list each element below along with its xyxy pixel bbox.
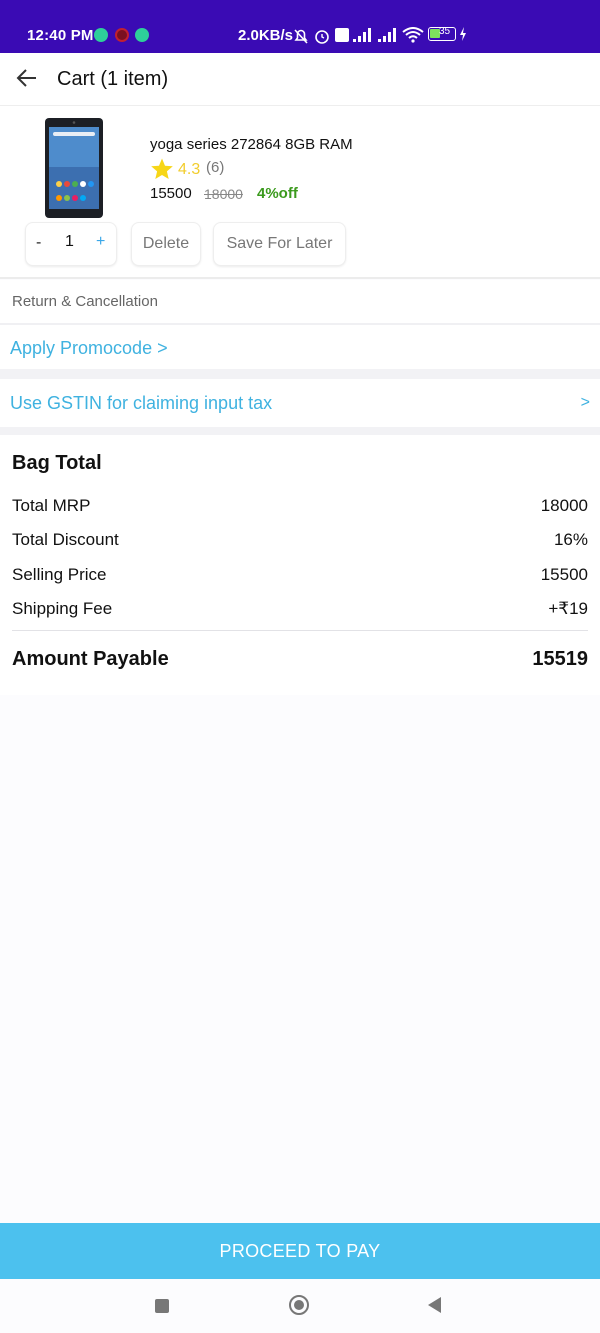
return-cancellation-label: Return & Cancellation — [12, 293, 158, 310]
discount-label: 4%off — [257, 185, 298, 202]
recents-icon[interactable] — [155, 1299, 169, 1313]
battery-icon: 35 — [428, 26, 456, 41]
apply-promocode-label: Apply Promocode > — [10, 338, 168, 358]
app-notification-icon — [135, 28, 149, 42]
total-mrp-value: 18000 — [540, 496, 588, 515]
app-bar: Cart (1 item) — [0, 53, 600, 106]
delete-button[interactable]: Delete — [131, 222, 201, 266]
status-time: 12:40 PM — [27, 27, 94, 44]
battery-level: 35 — [439, 26, 451, 37]
system-nav-bar — [0, 1279, 600, 1333]
total-discount-row: Total Discount 16% — [12, 530, 588, 554]
app-notification-icon — [115, 28, 129, 42]
volte-icon — [335, 28, 349, 42]
arrow-left-icon[interactable] — [14, 65, 40, 91]
total-discount-value: 16% — [553, 530, 588, 549]
mute-bell-icon — [294, 29, 308, 44]
home-icon[interactable] — [289, 1295, 309, 1315]
selling-price-value: 15500 — [540, 565, 588, 584]
selling-price: 15500 — [150, 185, 192, 202]
amount-payable-value: 15519 — [532, 648, 588, 670]
star-icon — [151, 158, 173, 179]
network-speed: 2.0KB/s — [238, 27, 294, 44]
selling-price-row: Selling Price 15500 — [12, 565, 588, 589]
signal-icon — [353, 28, 371, 42]
charging-icon — [460, 27, 466, 41]
back-icon[interactable] — [428, 1297, 441, 1313]
total-mrp-label: Total MRP — [12, 496, 91, 515]
signal-icon — [378, 28, 396, 42]
apply-promocode-link[interactable]: Apply Promocode > — [0, 325, 600, 369]
product-image[interactable] — [45, 118, 103, 218]
product-name[interactable]: yoga series 272864 8GB RAM — [150, 136, 353, 153]
page-title: Cart (1 item) — [57, 68, 169, 90]
amount-payable-label: Amount Payable — [12, 648, 169, 670]
save-for-later-button[interactable]: Save For Later — [213, 222, 346, 266]
alarm-icon — [315, 30, 329, 44]
increase-quantity-button[interactable]: + — [96, 233, 105, 251]
decrease-quantity-button[interactable]: - — [36, 234, 41, 252]
return-cancellation-link[interactable]: Return & Cancellation — [0, 280, 600, 325]
shipping-fee-label: Shipping Fee — [12, 599, 113, 618]
selling-price-label: Selling Price — [12, 565, 107, 584]
app-notification-icon — [94, 28, 108, 42]
wifi-icon — [402, 27, 424, 43]
total-discount-label: Total Discount — [12, 530, 119, 549]
rating-count: (6) — [206, 159, 225, 176]
gstin-label: Use GSTIN for claiming input tax — [10, 393, 273, 413]
status-bar: 12:40 PM 2.0KB/s 35 — [0, 0, 600, 53]
rating-value: 4.3 — [178, 161, 201, 178]
chevron-right-icon: > — [580, 394, 590, 411]
shipping-fee-row: Shipping Fee +₹19 — [12, 599, 588, 623]
gstin-link[interactable]: Use GSTIN for claiming input tax > — [0, 379, 600, 427]
total-mrp-row: Total MRP 18000 — [12, 496, 588, 520]
proceed-to-pay-button[interactable]: PROCEED TO PAY — [0, 1223, 600, 1279]
quantity-value: 1 — [65, 233, 74, 250]
section-divider — [0, 369, 600, 379]
shipping-fee-value: +₹19 — [548, 599, 588, 618]
total-divider — [12, 630, 588, 631]
quantity-stepper: - 1 + — [25, 222, 117, 266]
original-price: 18000 — [204, 186, 243, 202]
bag-total-title: Bag Total — [12, 452, 102, 474]
section-divider — [0, 427, 600, 435]
bag-total-section: Bag Total Total MRP 18000 Total Discount… — [0, 435, 600, 695]
cart-item: yoga series 272864 8GB RAM 4.3 (6) 15500… — [0, 106, 600, 279]
